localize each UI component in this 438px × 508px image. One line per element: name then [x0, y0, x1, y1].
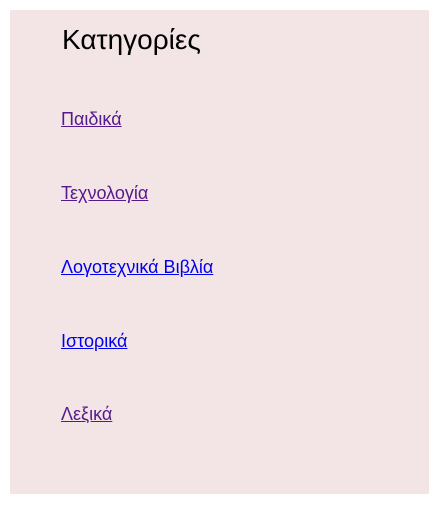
category-item-istorika: Ιστορικά	[61, 330, 127, 352]
category-link-logotechnika-vivlia[interactable]: Λογοτεχνικά Βιβλία	[61, 257, 213, 277]
category-link-lexika[interactable]: Λεξικά	[61, 404, 112, 424]
categories-title: Κατηγορίες	[62, 24, 201, 55]
category-link-technologia[interactable]: Τεχνολογία	[61, 183, 148, 203]
categories-panel: Κατηγορίες Παιδικά Τεχνολογία Λογοτεχνικ…	[10, 10, 429, 494]
category-item-logotechnika-vivlia: Λογοτεχνικά Βιβλία	[61, 256, 213, 278]
category-link-paidika[interactable]: Παιδικά	[61, 109, 122, 129]
category-link-istorika[interactable]: Ιστορικά	[61, 331, 127, 351]
category-item-paidika: Παιδικά	[61, 108, 122, 130]
category-item-technologia: Τεχνολογία	[61, 182, 148, 204]
category-item-lexika: Λεξικά	[61, 403, 112, 425]
